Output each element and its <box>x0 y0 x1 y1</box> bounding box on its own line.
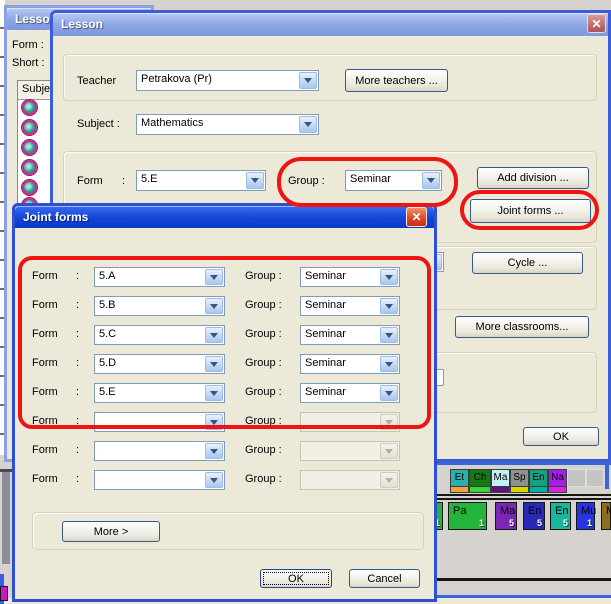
lesson-count: 1 <box>479 518 484 528</box>
teacher-label: Teacher <box>77 75 116 87</box>
subject-combo[interactable]: Mathematics <box>136 114 319 135</box>
timetable-card-fragment <box>0 586 8 601</box>
timetable-cell-small[interactable]: Na <box>548 469 567 487</box>
screen: Et Ch Ma Sp En Na a1 Pa1 Ma5 En5 En5 Mu1… <box>0 0 611 604</box>
form-colon: : <box>122 175 125 187</box>
separator-line <box>437 498 611 500</box>
joint-form-combo[interactable] <box>94 470 225 490</box>
timetable-card[interactable]: Mu1 <box>576 502 595 530</box>
form-colon: : <box>76 444 79 456</box>
add-division-button[interactable]: Add division ... <box>477 167 589 189</box>
lesson-titlebar[interactable]: Lesson <box>53 13 608 36</box>
form-combo[interactable]: 5.E <box>136 170 266 191</box>
dropdown-arrow-icon <box>380 472 398 488</box>
group-label: Group : <box>245 444 282 456</box>
timetable-card[interactable]: Pa1 <box>448 502 487 530</box>
timetable-card[interactable]: En5 <box>523 502 545 530</box>
window-title: Joint forms <box>23 210 88 224</box>
timetable-cell-empty[interactable] <box>567 469 586 487</box>
close-icon[interactable]: ✕ <box>587 14 606 33</box>
timetable-cell-small[interactable]: En <box>529 469 548 487</box>
form-colon: : <box>76 473 79 485</box>
dropdown-arrow-icon[interactable] <box>205 443 223 459</box>
timetable-cell-small[interactable]: Sp <box>510 469 529 487</box>
short-label: Short : <box>12 57 44 69</box>
dropdown-arrow-icon[interactable] <box>205 472 223 488</box>
joint-cancel-button[interactable]: Cancel <box>349 569 420 588</box>
timetable-strip <box>529 487 548 493</box>
joint-forms-titlebar[interactable]: Joint forms <box>15 206 434 228</box>
separator-line <box>437 494 611 496</box>
scrollbar-fragment[interactable] <box>2 472 10 564</box>
dropdown-arrow-icon[interactable] <box>246 172 264 189</box>
clock-icon <box>22 160 37 175</box>
teacher-combo[interactable]: Petrakova (Pr) <box>136 70 319 91</box>
annotation-joint-forms-highlight <box>460 190 599 230</box>
separator-line <box>437 578 611 581</box>
form-label: Form <box>77 175 103 187</box>
timetable-card[interactable]: Ma5 <box>495 502 517 530</box>
clock-icon <box>22 180 37 195</box>
joint-ok-button[interactable]: OK <box>260 569 332 588</box>
dropdown-arrow-icon[interactable] <box>299 116 317 133</box>
lesson-count: 5 <box>509 518 514 528</box>
lesson-ok-button[interactable]: OK <box>523 427 599 446</box>
more-teachers-button[interactable]: More teachers ... <box>345 69 448 92</box>
clock-icon <box>22 120 37 135</box>
close-icon[interactable]: ✕ <box>406 207 427 227</box>
joint-form-combo[interactable] <box>94 441 225 461</box>
dropdown-arrow-icon <box>380 443 398 459</box>
timetable-strip <box>450 487 469 493</box>
more-button[interactable]: More > <box>62 521 160 542</box>
timetable-strip <box>510 487 529 493</box>
timetable-cell-empty[interactable] <box>586 469 604 487</box>
timetable-cell-small[interactable]: Ch <box>469 469 491 487</box>
window-title: Lesson <box>61 17 103 31</box>
form-label: Form <box>32 444 58 456</box>
dropdown-arrow-icon[interactable] <box>299 72 317 89</box>
group-label: Group : <box>245 473 282 485</box>
annotation-rows-highlight <box>18 256 431 429</box>
form-label: Form : <box>12 39 44 51</box>
lesson-count: 1 <box>587 518 592 528</box>
timetable-card[interactable]: En5 <box>550 502 571 530</box>
timetable-cell-small[interactable]: Ma <box>491 469 510 487</box>
clock-icon <box>22 140 37 155</box>
annotation-group-highlight <box>277 157 458 207</box>
joint-group-combo-disabled <box>300 470 400 490</box>
window-border-line <box>437 595 611 598</box>
subject-label: Subject : <box>77 118 120 130</box>
lesson-count: 5 <box>563 518 568 528</box>
timetable-card[interactable]: M <box>601 502 611 530</box>
joint-group-combo-disabled <box>300 441 400 461</box>
timetable-strip <box>548 487 567 493</box>
form-label: Form <box>32 473 58 485</box>
lesson-count: 5 <box>537 518 542 528</box>
cycle-button[interactable]: Cycle ... <box>472 252 583 274</box>
more-classrooms-button[interactable]: More classrooms... <box>455 316 589 338</box>
clock-icon <box>22 100 37 115</box>
timetable-cell-small[interactable]: Et <box>450 469 469 487</box>
timetable-strip <box>469 487 491 493</box>
timetable-window-right-border <box>605 461 609 489</box>
timetable-strip <box>491 487 510 493</box>
